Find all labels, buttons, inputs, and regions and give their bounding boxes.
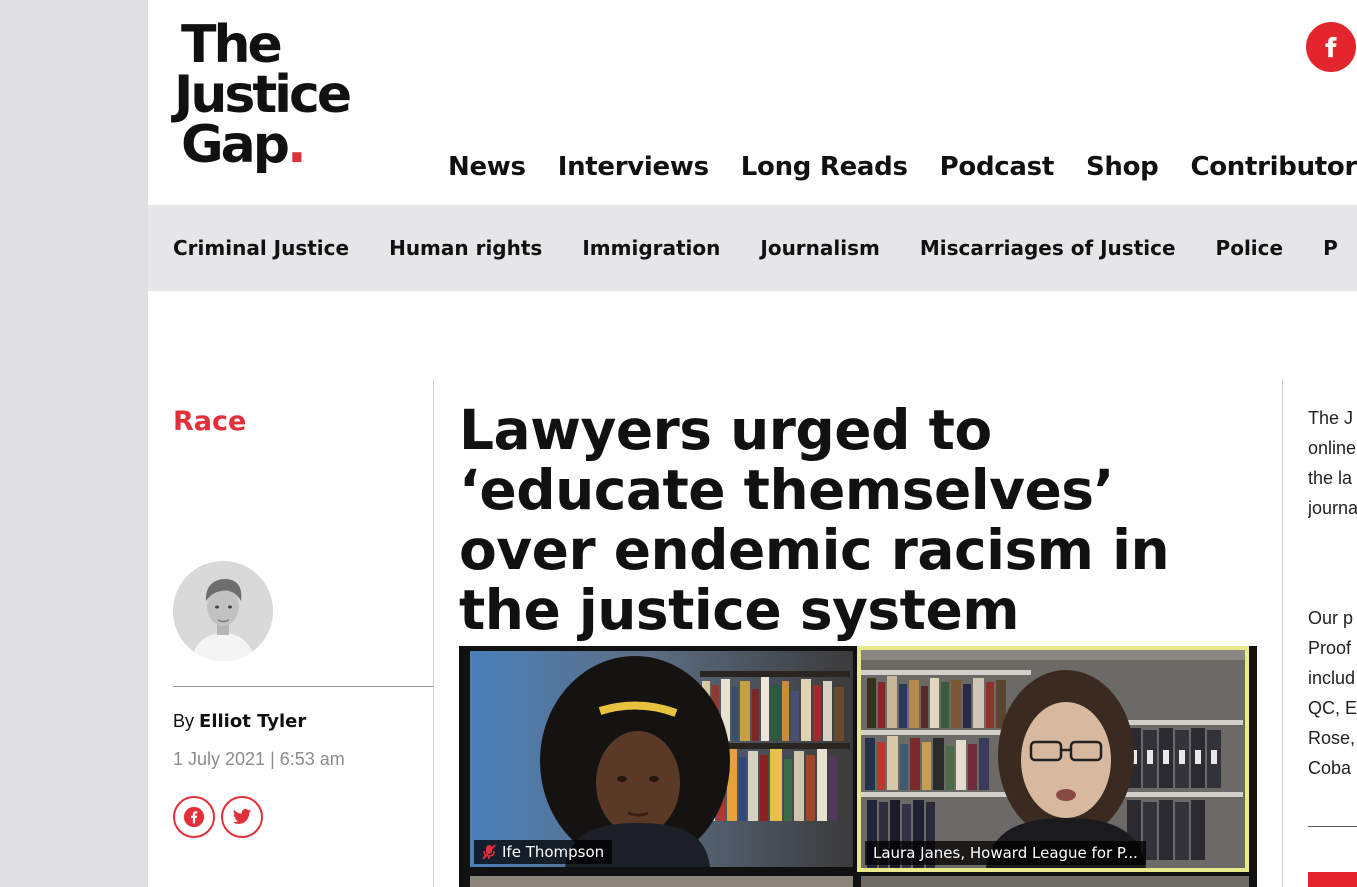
nav-interviews[interactable]: Interviews [558,152,709,182]
sidebar-line: Proof [1308,638,1352,658]
site-logo[interactable]: The Justice Gap. [174,15,384,171]
sidebar-line: includ [1308,668,1356,688]
sidebar-red-button[interactable] [1308,872,1357,887]
publish-date: 1 July 2021 | 6:53 am [173,749,345,769]
twitter-icon [232,809,252,824]
column-divider-right [1282,379,1283,887]
video-tile-participant-1: Ife Thompson [470,651,853,867]
sidebar-line: Rose, [1308,728,1356,748]
nav-contributors[interactable]: Contributors [1190,152,1357,182]
facebook-icon [1325,36,1337,58]
sidebar-line: The J [1308,408,1354,428]
share-twitter-button[interactable] [221,796,263,838]
logo-line-1: The [181,15,283,75]
nav-news[interactable]: News [448,152,526,182]
author-name[interactable]: Elliot Tyler [199,711,306,732]
sidebar-line: journa [1308,498,1357,518]
participant-1-scene [470,651,853,867]
avatar-image [173,561,273,661]
article-headline: Lawyers urged to ‘educate themselves’ ov… [459,398,1170,642]
sidebar-line: Coba [1308,758,1352,778]
logo-dot: . [287,115,307,175]
participant-2-name-tag: Laura Janes, Howard League for P... [865,841,1146,865]
muted-microphone-icon [482,844,496,860]
sidebar-line: online [1308,438,1357,458]
byline-prefix: By [173,711,195,731]
nav-shop[interactable]: Shop [1086,152,1159,182]
nav-podcast[interactable]: Podcast [940,152,1055,182]
column-divider-left [433,379,434,887]
share-facebook-button[interactable] [173,796,215,838]
sidebar-line: the la [1308,468,1353,488]
article-category[interactable]: Race [173,406,246,437]
cat-immigration[interactable]: Immigration [582,236,720,260]
cat-criminal-justice[interactable]: Criminal Justice [173,236,349,260]
logo-line-2: Justice [174,65,352,125]
author-avatar[interactable] [173,561,273,661]
participant-1-name: Ife Thompson [502,843,605,861]
category-bar: Criminal Justice Human rights Immigratio… [148,205,1357,291]
nav-long-reads[interactable]: Long Reads [741,152,908,182]
cat-human-rights[interactable]: Human rights [389,236,542,260]
sidebar-line: QC, E [1308,698,1357,718]
facebook-circle-icon [183,806,205,828]
byline: By Elliot Tyler [173,711,306,732]
share-buttons [173,796,263,838]
participant-2-scene [861,650,1245,868]
participant-1-name-tag: Ife Thompson [474,840,613,864]
sidebar-line: Our p [1308,608,1354,628]
sidebar-divider [1308,826,1357,827]
sidebar-patrons-text: Our p Proof includ QC, E Rose, Coba [1308,603,1357,783]
page: The Justice Gap. News Interviews Long Re… [148,0,1357,887]
cat-journalism[interactable]: Journalism [760,236,879,260]
cat-police[interactable]: Police [1216,236,1284,260]
video-tile-participant-3 [470,876,853,887]
category-nav: Criminal Justice Human rights Immigratio… [173,236,1338,260]
video-tile-participant-2-active-speaker: Laura Janes, Howard League for P... [857,646,1249,872]
author-divider [173,686,433,687]
cat-miscarriages-of-justice[interactable]: Miscarriages of Justice [920,236,1176,260]
logo-line-3: Gap [181,115,290,175]
article-video-image[interactable]: Ife Thompson Laura Janes, Howard League … [459,646,1257,887]
participant-2-name: Laura Janes, Howard League for P... [873,844,1138,862]
cat-overflow[interactable]: P [1323,236,1338,260]
main-nav: News Interviews Long Reads Podcast Shop … [448,152,1357,182]
video-tile-participant-4 [861,876,1249,887]
sidebar-about-text: The J online the la journa [1308,403,1357,523]
facebook-header-button[interactable] [1306,22,1356,72]
